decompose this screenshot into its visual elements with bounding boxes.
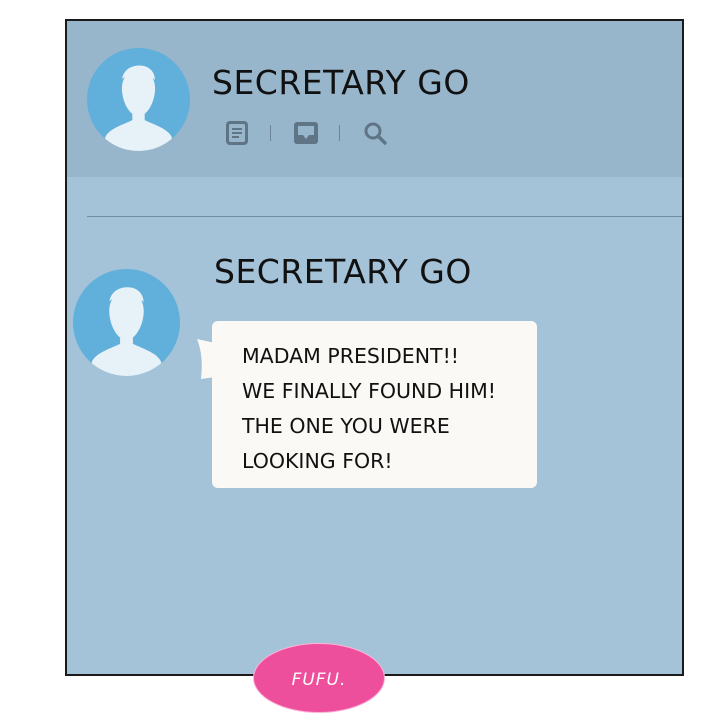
contact-name: SECRETARY GO <box>212 63 470 102</box>
message-text: MADAM PRESIDENT!! WE FINALLY FOUND HIM! … <box>242 339 496 479</box>
toolbar-separator <box>339 125 340 141</box>
toolbar-separator <box>270 125 271 141</box>
divider <box>87 216 682 217</box>
search-icon[interactable] <box>362 120 388 146</box>
inbox-icon[interactable] <box>293 120 319 146</box>
message-bubble[interactable]: MADAM PRESIDENT!! WE FINALLY FOUND HIM! … <box>212 321 537 488</box>
chat-window: SECRETARY GO SECRETARY GO MADAM PRESIDEN… <box>65 19 684 676</box>
header-toolbar <box>224 118 388 148</box>
sender-avatar[interactable] <box>73 269 180 376</box>
message-line: THE ONE YOU WERE <box>242 414 450 438</box>
contact-avatar[interactable] <box>87 48 190 151</box>
message-line: LOOKING FOR! <box>242 449 393 473</box>
chat-header: SECRETARY GO <box>67 21 682 177</box>
person-silhouette-icon <box>103 65 174 151</box>
notes-icon[interactable] <box>224 120 250 146</box>
person-silhouette-icon <box>90 287 163 376</box>
watermark-text: FUFU. <box>291 670 347 690</box>
message-line: MADAM PRESIDENT!! <box>242 344 460 368</box>
watermark-logo: FUFU. <box>253 643 385 713</box>
sender-name: SECRETARY GO <box>214 252 472 291</box>
message-line: WE FINALLY FOUND HIM! <box>242 379 497 403</box>
